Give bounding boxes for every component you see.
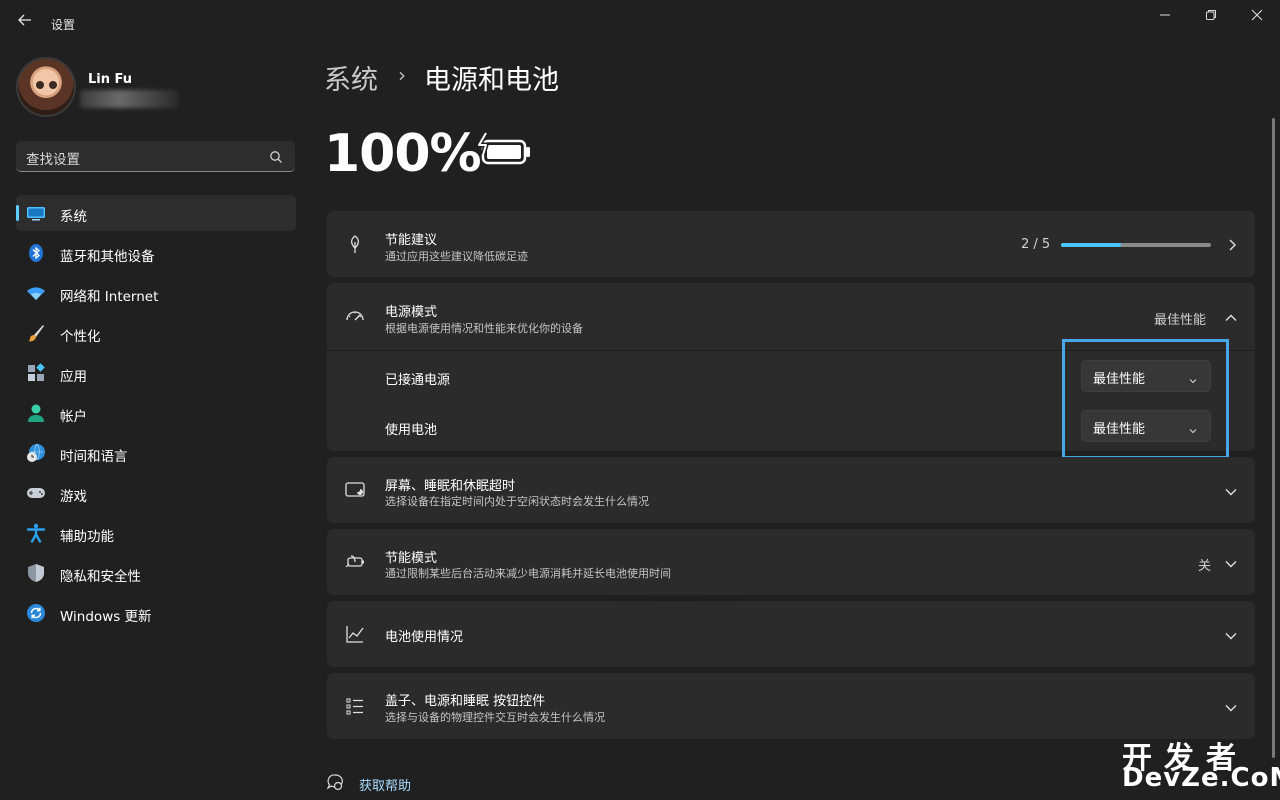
selection-indicator — [16, 205, 19, 221]
chevron-right-icon[interactable] — [1225, 237, 1239, 251]
breadcrumb-separator: › — [398, 63, 406, 87]
card-title: 电池使用情况 — [385, 630, 464, 645]
sidebar-item-accessibility[interactable]: 辅助功能 — [16, 515, 296, 551]
close-icon[interactable] — [1240, 8, 1274, 26]
card-title: 电源模式 — [385, 305, 438, 320]
progress-fill — [1061, 243, 1121, 247]
sidebar-item-label: 系统 — [60, 209, 87, 225]
bluetooth-icon — [26, 243, 46, 263]
help-icon — [326, 773, 344, 791]
battery-saver-card[interactable]: 节能模式 通过限制某些后台活动来减少电源消耗并延长电池使用时间 关 — [327, 529, 1255, 595]
sidebar-item-privacy[interactable]: 隐私和安全性 — [16, 555, 296, 591]
battery-saver-state: 关 — [1198, 559, 1212, 574]
wifi-icon — [26, 283, 46, 303]
sidebar-item-windows-update[interactable]: Windows 更新 — [16, 595, 296, 631]
leaf-icon — [345, 234, 365, 254]
sidebar-item-label: Windows 更新 — [60, 609, 152, 625]
chevron-up-icon[interactable] — [1224, 310, 1238, 324]
brush-icon — [26, 323, 46, 343]
page-title: 电源和电池 — [424, 65, 559, 96]
window-title: 设置 — [51, 18, 76, 32]
accessibility-icon — [26, 523, 46, 543]
sidebar-item-system[interactable]: 系统 — [16, 195, 296, 231]
watermark-line2: DevZe.CoM — [1122, 763, 1280, 793]
sidebar-item-label: 网络和 Internet — [60, 289, 159, 305]
lid-buttons-card[interactable]: 盖子、电源和睡眠 按钮控件 选择与设备的物理控件交互时会发生什么情况 — [327, 673, 1255, 739]
card-subtitle: 根据电源使用情况和性能来优化你的设备 — [385, 322, 583, 335]
chevron-down-icon[interactable] — [1224, 700, 1238, 714]
scrollbar[interactable] — [1272, 118, 1275, 758]
apps-icon — [26, 363, 46, 383]
sidebar-item-label: 游戏 — [60, 489, 87, 505]
battery-charging-icon — [474, 131, 534, 170]
on-battery-label: 使用电池 — [385, 423, 438, 438]
back-arrow-icon[interactable] — [14, 12, 36, 34]
sidebar-item-label: 辅助功能 — [60, 529, 114, 545]
card-title: 盖子、电源和睡眠 按钮控件 — [385, 694, 546, 709]
highlight-annotation-box — [1062, 339, 1229, 459]
battery-percentage: 100% — [324, 124, 482, 184]
gauge-icon — [345, 307, 365, 327]
search-icon[interactable] — [269, 149, 283, 163]
card-subtitle: 选择设备在指定时间内处于空闲状态时会发生什么情况 — [385, 495, 649, 508]
minimize-icon[interactable] — [1148, 8, 1182, 26]
search-input[interactable]: 查找设置 — [16, 141, 295, 172]
screen-sleep-icon — [345, 480, 365, 500]
chevron-down-icon[interactable] — [1224, 556, 1238, 570]
card-title: 节能建议 — [385, 233, 438, 248]
chart-line-icon — [345, 624, 365, 644]
sidebar-item-label: 蓝牙和其他设备 — [60, 249, 155, 265]
card-title: 节能模式 — [385, 551, 438, 566]
user-email-blurred — [80, 90, 178, 108]
restore-icon[interactable] — [1194, 8, 1228, 26]
chevron-down-icon[interactable] — [1224, 628, 1238, 642]
system-icon — [26, 203, 46, 223]
sidebar-item-label: 应用 — [60, 369, 87, 385]
card-subtitle: 选择与设备的物理控件交互时会发生什么情况 — [385, 711, 605, 724]
energy-recommendations-card[interactable]: 节能建议 通过应用这些建议降低碳足迹 2 / 5 — [327, 211, 1255, 277]
sidebar-item-personalization[interactable]: 个性化 — [16, 315, 296, 351]
sidebar-item-label: 时间和语言 — [60, 449, 128, 465]
battery-usage-card[interactable]: 电池使用情况 — [327, 601, 1255, 667]
update-icon — [26, 603, 46, 623]
sidebar-item-network[interactable]: 网络和 Internet — [16, 275, 296, 311]
screen-sleep-card[interactable]: 屏幕、睡眠和休眠超时 选择设备在指定时间内处于空闲状态时会发生什么情况 — [327, 457, 1255, 523]
sidebar-item-label: 隐私和安全性 — [60, 569, 141, 585]
gamepad-icon — [26, 483, 46, 503]
breadcrumb-parent[interactable]: 系统 — [324, 58, 378, 97]
sidebar-item-bluetooth[interactable]: 蓝牙和其他设备 — [16, 235, 296, 271]
card-title: 屏幕、睡眠和休眠超时 — [385, 479, 516, 494]
get-help-link[interactable]: 获取帮助 — [359, 775, 411, 794]
watermark: 开发者 DevZe.CoM — [1122, 733, 1280, 795]
sidebar-item-gaming[interactable]: 游戏 — [16, 475, 296, 511]
sidebar-item-time-language[interactable]: 时间和语言 — [16, 435, 296, 471]
user-name: Lin Fu — [88, 72, 133, 87]
battery-saver-icon — [345, 552, 365, 572]
search-placeholder: 查找设置 — [26, 152, 80, 168]
progress-count: 2 / 5 — [1021, 237, 1051, 252]
person-icon — [26, 403, 46, 423]
progress-bar — [1061, 243, 1211, 247]
shield-icon — [26, 563, 46, 583]
card-subtitle: 通过应用这些建议降低碳足迹 — [385, 250, 528, 263]
globe-clock-icon — [26, 443, 46, 463]
sidebar-item-accounts[interactable]: 帐户 — [16, 395, 296, 431]
chevron-down-icon[interactable] — [1224, 484, 1238, 498]
sidebar-item-apps[interactable]: 应用 — [16, 355, 296, 391]
avatar[interactable] — [16, 57, 76, 117]
card-subtitle: 通过限制某些后台活动来减少电源消耗并延长电池使用时间 — [385, 567, 671, 580]
list-icon — [345, 696, 365, 716]
sidebar-item-label: 个性化 — [60, 329, 101, 345]
title-bar: 设置 — [0, 0, 1280, 48]
power-mode-state: 最佳性能 — [1154, 313, 1207, 328]
plugged-in-label: 已接通电源 — [385, 373, 451, 388]
sidebar-item-label: 帐户 — [60, 409, 87, 425]
